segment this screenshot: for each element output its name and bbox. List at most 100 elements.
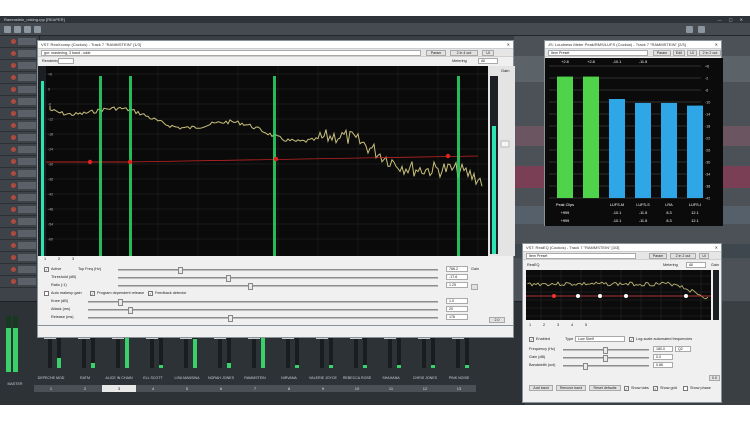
record-arm-icon[interactable] [11,111,16,116]
track-name-box[interactable] [18,158,36,165]
track-name-box[interactable] [18,134,36,141]
record-arm-icon[interactable] [11,75,16,80]
track-header[interactable] [0,60,39,72]
track-name-box[interactable] [18,254,36,261]
window-controls[interactable]: — ▢ ✕ [718,16,746,23]
channel-number[interactable]: 7 [238,385,272,392]
open-project-icon[interactable] [14,26,21,33]
record-arm-icon[interactable] [11,39,16,44]
bandwidth-value[interactable]: 0.86 [653,362,673,368]
showtabs-checkbox[interactable]: ✓ [624,386,629,391]
track-name-box[interactable] [18,242,36,249]
gain-db-slider[interactable] [563,355,649,362]
band-divider[interactable] [129,76,132,256]
record-arm-icon[interactable] [11,147,16,152]
track-header[interactable] [0,168,39,180]
grid-icon[interactable] [686,26,693,33]
track-name-box[interactable] [18,218,36,225]
band-tab[interactable]: 1 [44,257,46,261]
active-checkbox[interactable]: ✓ [44,267,49,272]
type-select[interactable]: Low Shelf [575,336,625,342]
knee-value[interactable]: 1.0 [446,298,468,304]
track-name-box[interactable] [18,98,36,105]
preset-select[interactable]: gnr: mastering, 3 band - wide [41,50,421,56]
track-header[interactable] [0,156,39,168]
track-header[interactable] [0,204,39,216]
track-name-box[interactable] [18,170,36,177]
track-header[interactable] [0,96,39,108]
record-arm-icon[interactable] [11,87,16,92]
freq-value[interactable]: 180.0 [653,346,673,352]
record-arm-icon[interactable] [11,135,16,140]
eq-band-handle[interactable] [598,294,602,298]
track-header[interactable] [0,252,39,264]
track-header[interactable] [0,48,39,60]
record-arm-icon[interactable] [11,51,16,56]
channel-number[interactable]: 3 [102,385,136,392]
eq-band-handle[interactable] [576,294,580,298]
track-header[interactable] [0,180,39,192]
record-arm-icon[interactable] [11,243,16,248]
track-header[interactable] [0,84,39,96]
threshold-handle[interactable] [273,156,279,162]
preset-select[interactable]: Item Preset [526,253,636,259]
channel-number[interactable]: 8 [272,385,306,392]
channel-number[interactable]: 5 [170,385,204,392]
ratio-slider[interactable] [118,283,438,290]
edit-button[interactable]: Edit [673,50,685,56]
param-button[interactable]: Param [649,253,667,259]
logscale-checkbox[interactable]: ✓ [629,337,634,342]
reset-defaults-button[interactable]: Reset defaults [589,385,621,391]
metering-select[interactable]: All [478,58,498,64]
record-arm-icon[interactable] [11,231,16,236]
track-header[interactable] [0,192,39,204]
ui-button[interactable]: UI [699,253,709,259]
track-header[interactable] [0,108,39,120]
track-name-box[interactable] [18,38,36,45]
channel-number[interactable]: 11 [374,385,408,392]
channel-number[interactable]: 1 [34,385,68,392]
settings-icon[interactable] [34,26,41,33]
track-name-box[interactable] [18,110,36,117]
track-name-box[interactable] [18,194,36,201]
automakeup-checkbox[interactable] [44,291,49,296]
freq-slider[interactable] [563,347,649,354]
io-button[interactable]: 2 in 4 out [450,50,478,56]
side-value[interactable]: 0.0 [709,375,720,381]
channel-number[interactable]: 9 [306,385,340,392]
snap-icon[interactable] [698,26,705,33]
threshold-value[interactable]: -17.6 [446,274,468,280]
io-button[interactable]: 2 in 2 out [670,253,696,259]
track-name-box[interactable] [18,266,36,273]
close-icon[interactable]: ✕ [715,41,718,48]
band-divider[interactable] [273,76,276,256]
ui-button[interactable]: UI [687,50,697,56]
track-name-box[interactable] [18,50,36,57]
ui-button[interactable]: UI [482,50,494,56]
topfreq-slider[interactable] [118,267,438,274]
feedback-checkbox[interactable]: ✓ [148,291,153,296]
track-header[interactable] [0,120,39,132]
close-icon[interactable]: ✕ [715,244,718,251]
showgrid-checkbox[interactable]: ✓ [653,386,658,391]
bandwidth-slider[interactable] [563,363,649,370]
track-header[interactable] [0,228,39,240]
enabled-checkbox[interactable]: ✓ [529,337,534,342]
channel-number[interactable]: 6 [204,385,238,392]
showphase-checkbox[interactable] [683,386,688,391]
track-name-box[interactable] [18,182,36,189]
topfreq-value[interactable]: 766.2 [446,266,468,272]
track-header[interactable] [0,36,39,48]
io-button[interactable]: 2 in 2 out [699,50,721,56]
release-slider[interactable] [88,315,438,322]
add-band-button[interactable]: Add band [529,385,553,391]
metering-select[interactable]: All [686,262,706,268]
band-tab[interactable]: 4 [571,323,573,327]
param-button[interactable]: Param [653,50,671,56]
threshold-handle[interactable] [127,159,133,165]
track-name-box[interactable] [18,206,36,213]
param-button[interactable]: Param [426,50,446,56]
reaeq-graph[interactable] [526,270,721,320]
record-arm-icon[interactable] [11,63,16,68]
threshold-handle[interactable] [445,153,451,159]
